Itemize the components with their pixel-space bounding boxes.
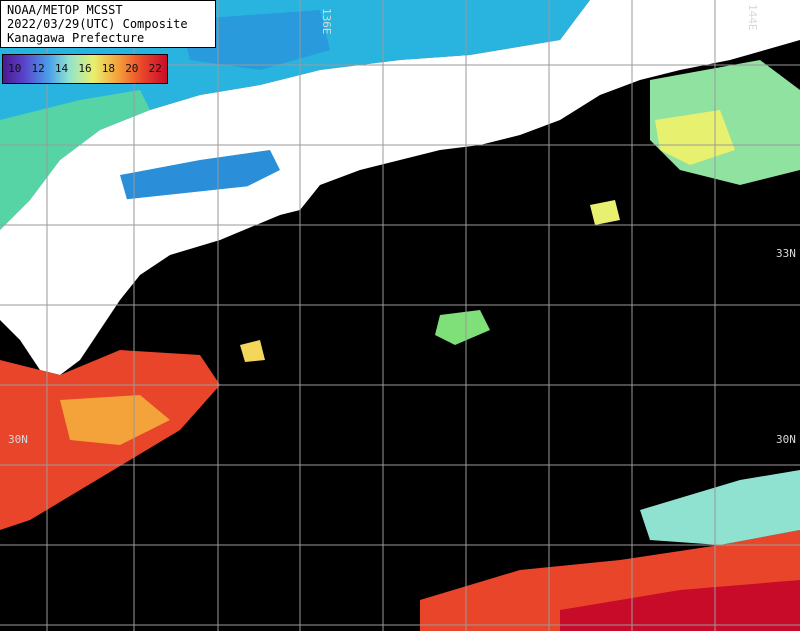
lat-label-30n-left: 30N bbox=[8, 433, 28, 446]
lon-label-136e: 136E bbox=[320, 8, 333, 35]
patch-green-1 bbox=[435, 310, 490, 345]
color-scale-legend: 10 12 14 16 18 20 22 bbox=[2, 54, 168, 84]
legend-label: 14 bbox=[54, 62, 69, 75]
map-canvas bbox=[0, 0, 800, 631]
title-box: NOAA/METOP MCSST 2022/03/29(UTC) Composi… bbox=[0, 0, 216, 48]
patch-yellow-1 bbox=[590, 200, 620, 225]
title-line-region: Kanagawa Prefecture bbox=[7, 31, 145, 45]
legend-label: 22 bbox=[148, 62, 162, 75]
lon-label-144e: 144E bbox=[746, 4, 759, 31]
legend-label: 10 bbox=[8, 62, 22, 75]
title-line-source: NOAA/METOP MCSST bbox=[7, 3, 123, 17]
sst-map: NOAA/METOP MCSST 2022/03/29(UTC) Composi… bbox=[0, 0, 800, 631]
legend-label: 16 bbox=[78, 62, 92, 75]
se-cyan-patch bbox=[640, 470, 800, 545]
legend-label: 20 bbox=[125, 62, 139, 75]
title-line-date: 2022/03/29(UTC) Composite bbox=[7, 17, 188, 31]
lat-label-33n: 33N bbox=[776, 247, 796, 260]
legend-label: 12 bbox=[31, 62, 45, 75]
patch-yellow-2 bbox=[240, 340, 265, 362]
lat-label-30n-right: 30N bbox=[776, 433, 796, 446]
legend-label: 18 bbox=[101, 62, 116, 75]
